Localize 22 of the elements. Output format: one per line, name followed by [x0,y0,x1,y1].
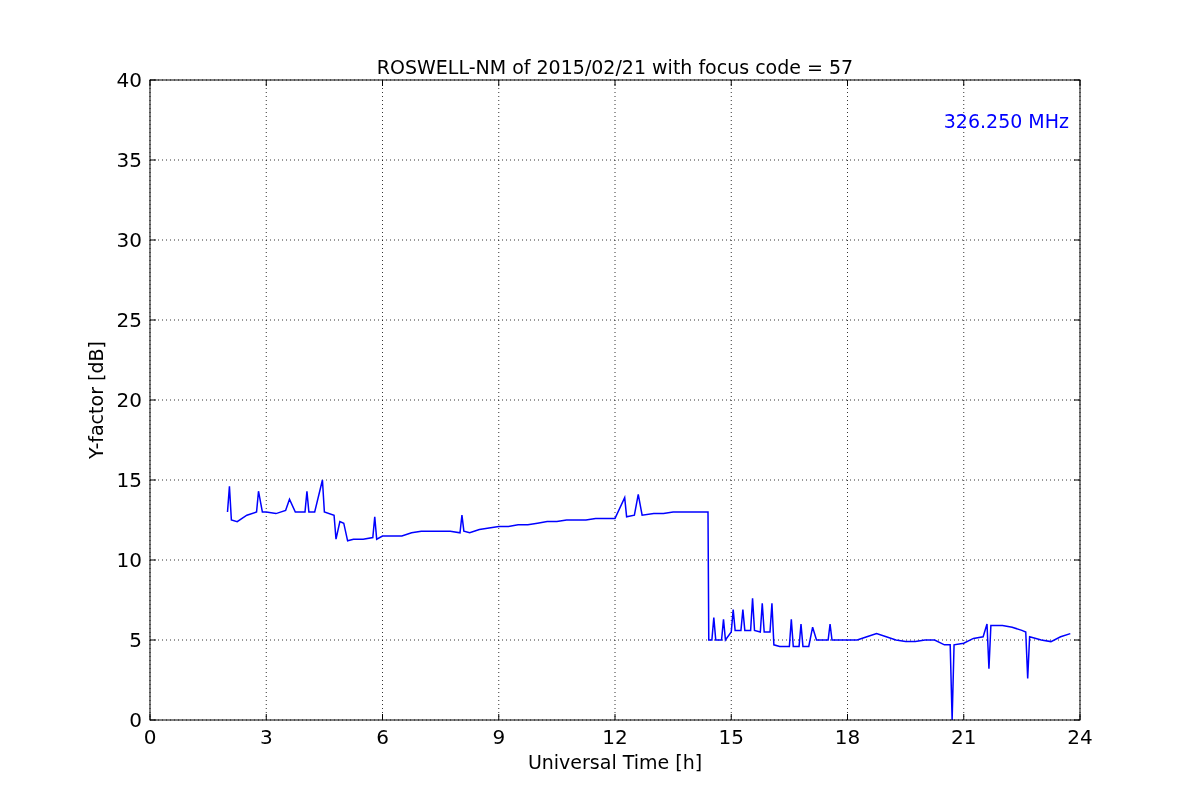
x-tick-label: 0 [143,725,157,749]
chart-title: ROSWELL-NM of 2015/02/21 with focus code = 57 [376,56,854,78]
y-tick-label: 30 [116,228,142,252]
y-tick-label: 40 [116,68,142,92]
y-tick-label: 25 [116,308,142,332]
x-tick-label: 15 [718,725,744,749]
y-tick-label: 15 [116,468,142,492]
x-tick-label: 24 [1067,725,1093,749]
frequency-label: 326.250 MHz [943,110,1069,132]
x-tick-label: 18 [834,725,861,749]
x-tick-label: 12 [602,725,628,749]
y-tick-label: 20 [116,388,142,412]
x-tick-label: 3 [259,725,273,749]
x-tick-label: 6 [376,725,389,749]
y-tick-label: 35 [116,148,142,172]
y-tick-label: 5 [129,628,142,652]
y-tick-label: 10 [116,548,142,572]
x-tick-label: 21 [951,725,977,749]
x-axis-label: Universal Time [h] [527,751,703,773]
y-tick-label: 0 [129,708,142,732]
x-tick-label: 9 [492,725,506,749]
y-axis-label: Y-factor [dB] [85,341,107,459]
